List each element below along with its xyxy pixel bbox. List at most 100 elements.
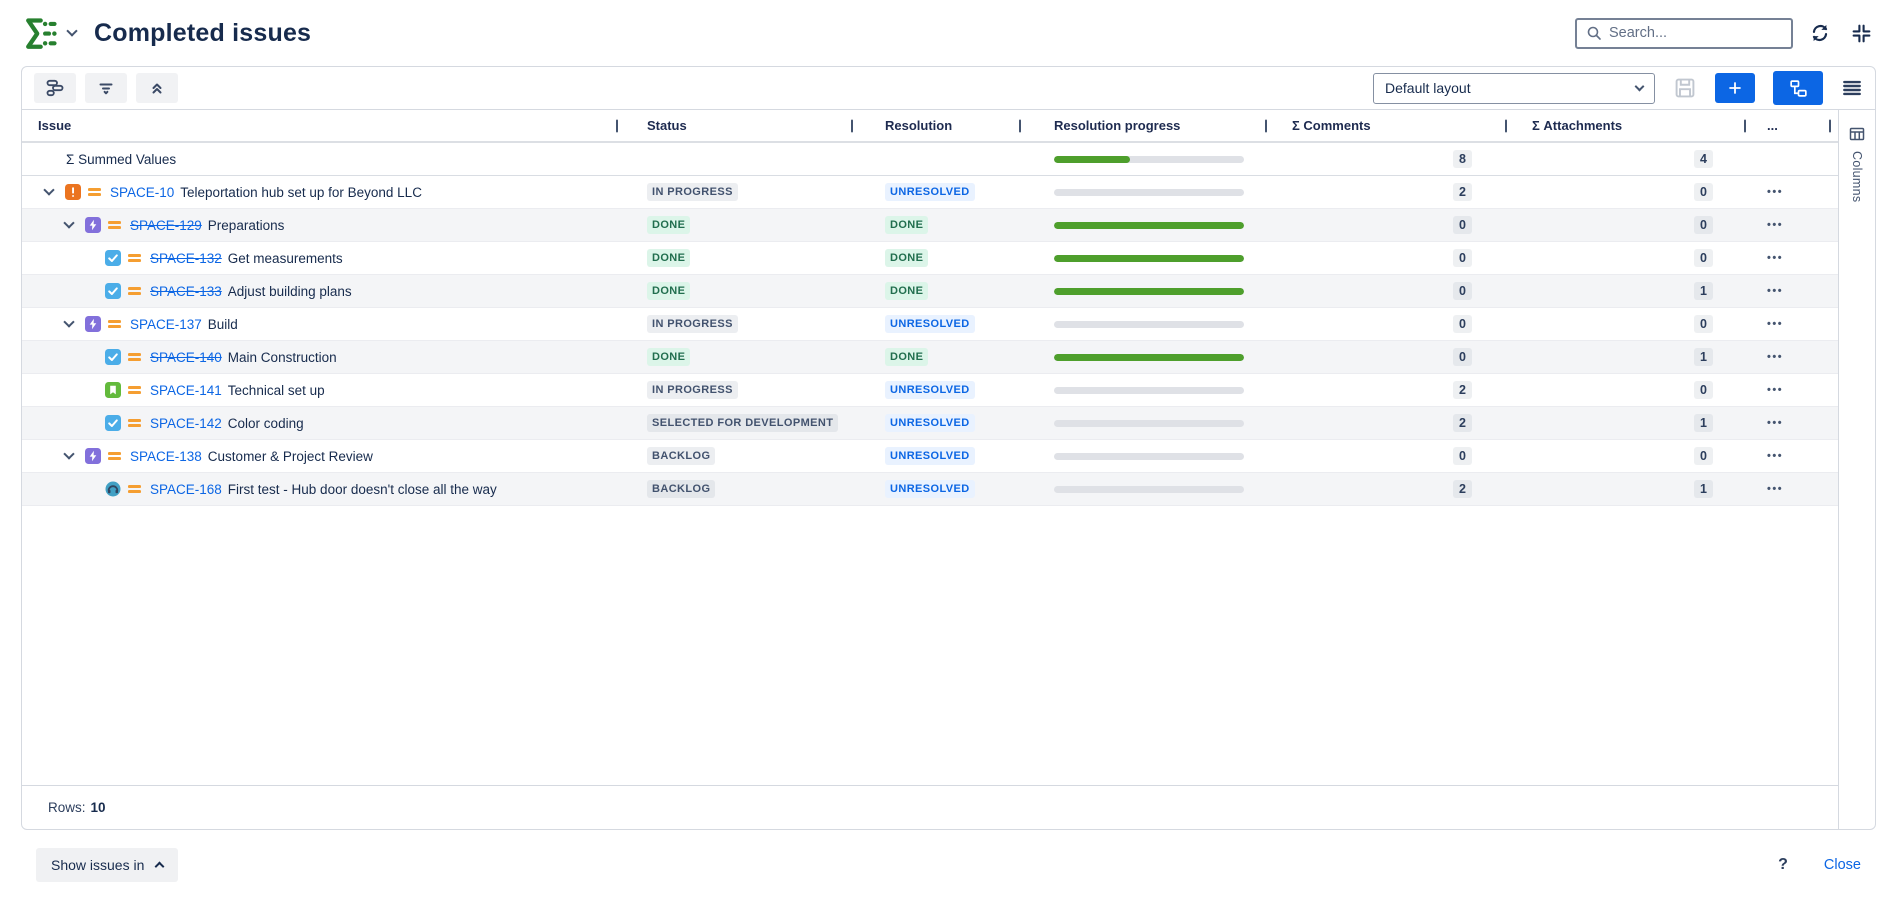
- add-item-button[interactable]: [1715, 73, 1755, 103]
- resolution-progress-cell: [1028, 473, 1274, 505]
- issue-key-link[interactable]: SPACE-133: [150, 284, 222, 299]
- issue-key-link[interactable]: SPACE-141: [150, 383, 222, 398]
- progress-bar: [1054, 156, 1244, 163]
- table-row[interactable]: SPACE-129PreparationsDONEDONE00•••: [22, 209, 1838, 242]
- column-header-sum-comments[interactable]: Σ Comments: [1274, 110, 1514, 141]
- row-actions-ellipsis-button[interactable]: •••: [1767, 252, 1783, 264]
- row-actions-ellipsis-button[interactable]: •••: [1767, 318, 1783, 330]
- table-row[interactable]: SPACE-132Get measurementsDONEDONE00•••: [22, 242, 1838, 275]
- attachments-cell: 4: [1514, 143, 1753, 175]
- issue-key-link[interactable]: SPACE-140: [150, 350, 222, 365]
- issue-key-link[interactable]: SPACE-129: [130, 218, 202, 233]
- column-header-sum-attachments[interactable]: Σ Attachments: [1514, 110, 1753, 141]
- row-actions-ellipsis-button[interactable]: •••: [1767, 285, 1783, 297]
- status-badge: BACKLOG: [647, 480, 715, 498]
- issue-summary: Preparations: [208, 218, 285, 233]
- resolution-progress-cell: [1028, 308, 1274, 340]
- expand-chevron-down-icon[interactable]: [63, 316, 74, 327]
- issue-key-link[interactable]: SPACE-132: [150, 251, 222, 266]
- table-row[interactable]: SPACE-10Teleportation hub set up for Bey…: [22, 176, 1838, 209]
- save-layout-button[interactable]: [1673, 73, 1697, 103]
- resolution-badge: UNRESOLVED: [885, 315, 975, 333]
- table-row[interactable]: SPACE-133Adjust building plansDONEDONE01…: [22, 275, 1838, 308]
- search-box[interactable]: [1575, 18, 1793, 49]
- table-content: Issue Status Resolution Resolution progr…: [22, 109, 1875, 829]
- collapse-all-button[interactable]: [136, 73, 178, 103]
- summed-values-row: Σ Summed Values84: [22, 143, 1838, 176]
- row-actions-ellipsis-button[interactable]: •••: [1767, 417, 1783, 429]
- expand-chevron-down-icon[interactable]: [63, 217, 74, 228]
- column-header-more[interactable]: ...: [1753, 110, 1838, 141]
- hierarchy-tree-icon: [1788, 78, 1809, 99]
- table-row[interactable]: SPACE-138Customer & Project ReviewBACKLO…: [22, 440, 1838, 473]
- column-header-status[interactable]: Status: [625, 110, 860, 141]
- resolution-cell: UNRESOLVED: [860, 407, 1028, 439]
- column-header-resolution[interactable]: Resolution: [860, 110, 1028, 141]
- issue-key-link[interactable]: SPACE-137: [130, 317, 202, 332]
- row-actions-ellipsis-button[interactable]: •••: [1767, 384, 1783, 396]
- collapse-panel-button[interactable]: [1847, 19, 1875, 47]
- resolution-progress-cell: [1028, 440, 1274, 472]
- priority-medium-icon: [108, 452, 121, 460]
- comments-cell: 0: [1274, 275, 1514, 307]
- row-actions-ellipsis-button[interactable]: •••: [1767, 483, 1783, 495]
- issue-key-link[interactable]: SPACE-142: [150, 416, 222, 431]
- table-row[interactable]: SPACE-140Main ConstructionDONEDONE01•••: [22, 341, 1838, 374]
- status-badge: SELECTED FOR DEVELOPMENT: [647, 414, 838, 432]
- status-badge: IN PROGRESS: [647, 183, 738, 201]
- chevron-down-icon: [1635, 82, 1645, 92]
- column-header-issue[interactable]: Issue: [22, 110, 625, 141]
- issue-key-link[interactable]: SPACE-138: [130, 449, 202, 464]
- comments-count-badge: 2: [1453, 381, 1472, 399]
- progress-bar: [1054, 222, 1244, 229]
- resolution-badge: UNRESOLVED: [885, 381, 975, 399]
- expand-chevron-down-icon[interactable]: [63, 448, 74, 459]
- bottom-bar-right: ? Close: [1778, 856, 1861, 874]
- panel-toolbar: Default layout: [22, 67, 1875, 109]
- epic-issue-type-icon: [85, 448, 101, 464]
- filter-button[interactable]: [85, 73, 127, 103]
- priority-medium-icon: [128, 254, 141, 262]
- resolution-cell: UNRESOLVED: [860, 374, 1028, 406]
- progress-bar: [1054, 189, 1244, 196]
- row-actions-ellipsis-button[interactable]: •••: [1767, 219, 1783, 231]
- layout-select[interactable]: Default layout: [1373, 73, 1655, 104]
- resolution-progress-cell: [1028, 143, 1274, 175]
- table-row[interactable]: SPACE-137BuildIN PROGRESSUNRESOLVED00•••: [22, 308, 1838, 341]
- row-actions-ellipsis-button[interactable]: •••: [1767, 186, 1783, 198]
- task-issue-type-icon: [105, 250, 121, 266]
- issue-cell: SPACE-133Adjust building plans: [22, 275, 625, 307]
- structure-menu-chevron-icon[interactable]: [66, 25, 77, 36]
- refresh-button[interactable]: [1806, 19, 1834, 47]
- resolution-badge: DONE: [885, 249, 928, 267]
- attachments-cell: 0: [1514, 242, 1753, 274]
- search-input[interactable]: [1609, 25, 1782, 41]
- columns-sidebar-toggle[interactable]: Columns: [1838, 110, 1875, 829]
- row-actions-ellipsis-button[interactable]: •••: [1767, 450, 1783, 462]
- resolution-progress-cell: [1028, 242, 1274, 274]
- attachments-count-badge: 0: [1694, 447, 1713, 465]
- table-row[interactable]: SPACE-142Color codingSELECTED FOR DEVELO…: [22, 407, 1838, 440]
- close-link[interactable]: Close: [1824, 857, 1861, 873]
- show-issues-in-button[interactable]: Show issues in: [36, 848, 178, 882]
- rows-menu-button[interactable]: [1841, 73, 1863, 103]
- refresh-icon: [1809, 22, 1831, 44]
- resolution-badge: DONE: [885, 348, 928, 366]
- hierarchy-view-button[interactable]: [1773, 71, 1823, 105]
- expand-chevron-down-icon[interactable]: [43, 184, 54, 195]
- issue-key-link[interactable]: SPACE-10: [110, 185, 174, 200]
- group-structure-button[interactable]: [34, 73, 76, 103]
- issue-key-link[interactable]: SPACE-168: [150, 482, 222, 497]
- table-row[interactable]: SPACE-141Technical set upIN PROGRESSUNRE…: [22, 374, 1838, 407]
- priority-medium-icon: [128, 353, 141, 361]
- alert-issue-type-icon: [65, 184, 81, 200]
- table-row[interactable]: SPACE-168First test - Hub door doesn't c…: [22, 473, 1838, 506]
- save-icon: [1673, 76, 1697, 100]
- comments-count-badge: 0: [1453, 249, 1472, 267]
- help-button[interactable]: ?: [1778, 856, 1788, 874]
- attachments-cell: 1: [1514, 473, 1753, 505]
- row-actions-ellipsis-button[interactable]: •••: [1767, 351, 1783, 363]
- summed-values-label: Σ Summed Values: [22, 152, 176, 167]
- column-header-resolution-progress[interactable]: Resolution progress: [1028, 110, 1274, 141]
- attachments-count-badge: 0: [1694, 183, 1713, 201]
